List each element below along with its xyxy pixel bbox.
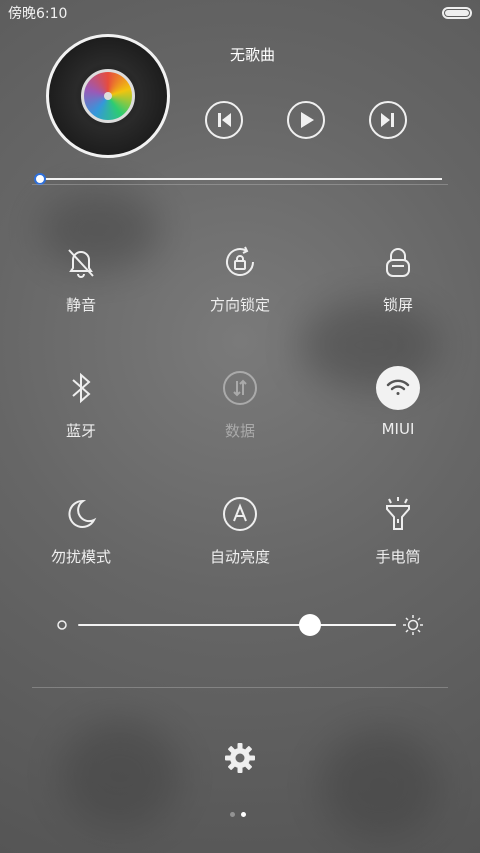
status-time: 傍晚6:10 xyxy=(8,6,68,22)
toggle-label: 方向锁定 xyxy=(209,296,270,314)
toggle-lock-screen[interactable]: 锁屏 xyxy=(338,240,458,330)
page-dot-active xyxy=(241,812,246,817)
divider xyxy=(32,184,448,185)
toggle-mobile-data[interactable]: 数据 xyxy=(180,366,300,456)
toggle-label: 勿扰模式 xyxy=(50,548,111,566)
auto-brightness-icon xyxy=(218,492,262,536)
disc-hole xyxy=(104,92,112,100)
next-icon xyxy=(381,113,394,127)
brightness-slider[interactable] xyxy=(56,610,426,640)
toggle-label: 锁屏 xyxy=(382,296,413,314)
toggle-rotation-lock[interactable]: 方向锁定 xyxy=(180,240,300,330)
page-dot xyxy=(230,812,235,817)
previous-icon xyxy=(218,113,231,127)
mobile-data-icon xyxy=(218,366,262,410)
divider xyxy=(32,687,448,688)
song-title: 无歌曲 xyxy=(230,46,276,64)
rotation-lock-icon xyxy=(218,240,262,284)
brightness-track[interactable] xyxy=(78,624,396,626)
toggle-auto-brightness[interactable]: 自动亮度 xyxy=(180,492,300,582)
brightness-thumb[interactable] xyxy=(299,614,321,636)
flashlight-icon xyxy=(376,492,420,536)
music-progress-bar[interactable] xyxy=(34,173,442,185)
toggle-label: 蓝牙 xyxy=(65,422,96,440)
toggle-label: 数据 xyxy=(224,422,255,440)
album-disc[interactable] xyxy=(46,34,170,158)
play-icon xyxy=(301,112,314,128)
toggle-label: 手电筒 xyxy=(375,548,421,566)
brightness-high-icon xyxy=(403,615,423,635)
battery-full-icon xyxy=(442,7,472,19)
background-blur xyxy=(320,730,440,840)
status-bar: 傍晚6:10 xyxy=(0,0,480,26)
toggle-wifi[interactable]: MIUI xyxy=(338,366,458,456)
media-player: 无歌曲 xyxy=(0,26,480,196)
wifi-icon xyxy=(376,366,420,410)
previous-button[interactable] xyxy=(205,101,243,139)
toggle-label: 静音 xyxy=(65,296,96,314)
next-button[interactable] xyxy=(369,101,407,139)
play-button[interactable] xyxy=(287,101,325,139)
brightness-low-icon xyxy=(57,620,67,630)
toggle-bluetooth[interactable]: 蓝牙 xyxy=(21,366,141,456)
brightness-track-rest xyxy=(310,624,396,626)
toggle-flashlight[interactable]: 手电筒 xyxy=(338,492,458,582)
moon-icon xyxy=(59,492,103,536)
bluetooth-icon xyxy=(59,366,103,410)
page-indicator xyxy=(230,812,246,817)
toggle-label: 自动亮度 xyxy=(209,548,270,566)
background-blur xyxy=(60,720,180,830)
toggle-label: MIUI xyxy=(381,420,415,438)
lock-icon xyxy=(376,240,420,284)
toggle-do-not-disturb[interactable]: 勿扰模式 xyxy=(21,492,141,582)
toggle-mute[interactable]: 静音 xyxy=(21,240,141,330)
bell-off-icon xyxy=(59,240,103,284)
gear-icon[interactable] xyxy=(224,742,256,774)
